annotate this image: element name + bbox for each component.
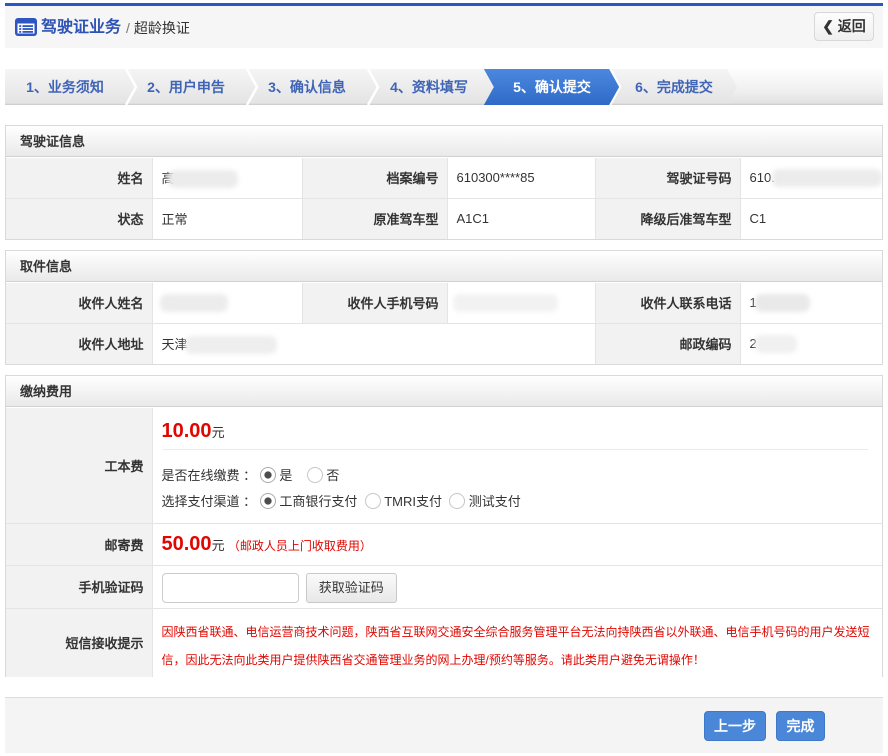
svg-text:4、资料填写: 4、资料填写 — [390, 79, 468, 95]
svg-text:2、用户申告: 2、用户申告 — [147, 79, 225, 95]
svg-text:3、确认信息: 3、确认信息 — [268, 79, 346, 95]
svg-text:1、业务须知: 1、业务须知 — [26, 79, 104, 95]
svg-text:5、确认提交: 5、确认提交 — [513, 79, 591, 95]
svg-text:6、完成提交: 6、完成提交 — [635, 79, 713, 95]
